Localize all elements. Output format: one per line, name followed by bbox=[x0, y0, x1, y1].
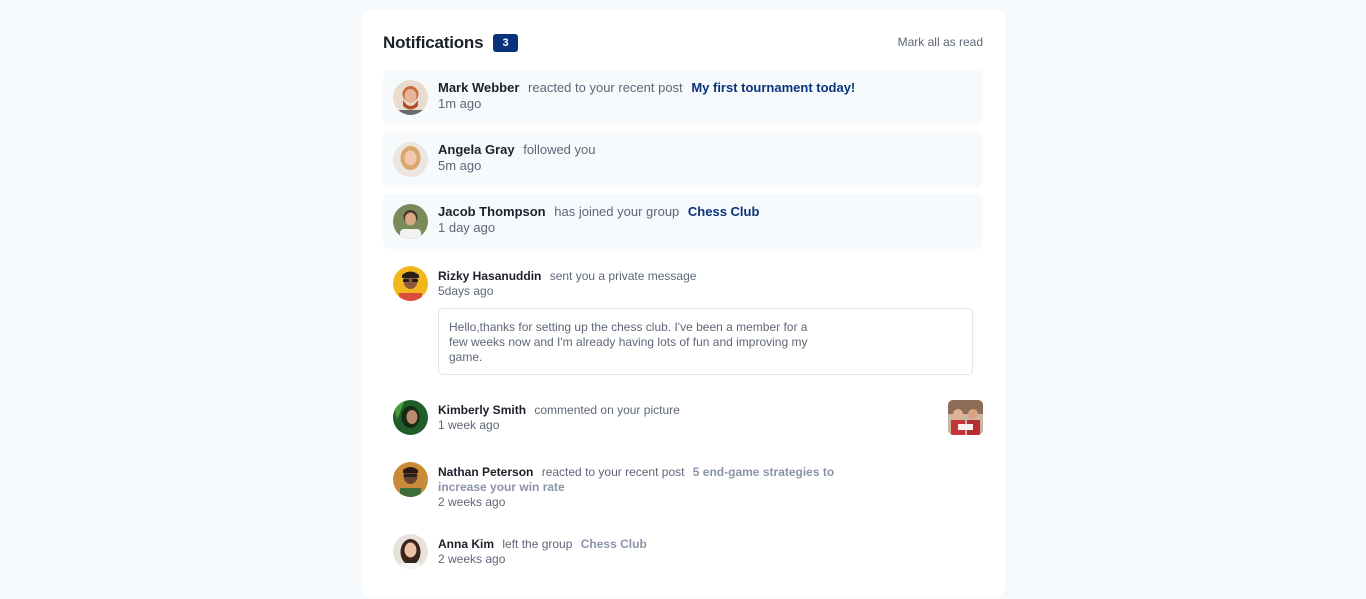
avatar[interactable] bbox=[393, 266, 428, 301]
user-name-link[interactable]: Anna Kim bbox=[438, 537, 494, 551]
notification-item[interactable]: Angela Gray followed you 5m ago bbox=[383, 132, 983, 187]
notification-action: reacted to your recent post bbox=[528, 80, 683, 95]
notification-text: Kimberly Smith commented on your picture bbox=[438, 402, 685, 418]
notification-text: Rizky Hasanuddin sent you a private mess… bbox=[438, 268, 701, 284]
page-title: Notifications bbox=[383, 33, 484, 52]
notification-action: sent you a private message bbox=[549, 269, 697, 283]
unread-count-badge: 3 bbox=[493, 34, 518, 52]
notification-action: has joined your group bbox=[554, 204, 680, 219]
notification-item[interactable]: Kimberly Smith commented on your picture… bbox=[383, 390, 983, 440]
notifications-card: Notifications 3 Mark all as read Mark We… bbox=[362, 10, 1005, 597]
timestamp: 1 day ago bbox=[438, 220, 496, 235]
avatar[interactable] bbox=[393, 400, 428, 435]
notification-text: Jacob Thompson has joined your group Che… bbox=[438, 204, 759, 220]
avatar[interactable] bbox=[393, 534, 428, 569]
user-name-link[interactable]: Mark Webber bbox=[438, 80, 519, 95]
timestamp: 2 weeks ago bbox=[438, 495, 506, 509]
timestamp: 5days ago bbox=[438, 284, 494, 298]
post-link-continued[interactable]: increase your win rate bbox=[438, 480, 565, 494]
notification-action: reacted to your recent post bbox=[541, 465, 685, 479]
timestamp: 5m ago bbox=[438, 158, 482, 173]
notification-text: Mark Webber reacted to your recent post … bbox=[438, 80, 855, 96]
user-name-link[interactable]: Kimberly Smith bbox=[438, 403, 526, 417]
user-name-link[interactable]: Nathan Peterson bbox=[438, 465, 533, 479]
user-name-link[interactable]: Rizky Hasanuddin bbox=[438, 269, 541, 283]
user-name-link[interactable]: Angela Gray bbox=[438, 142, 515, 157]
group-link[interactable]: Chess Club bbox=[581, 537, 647, 551]
notification-item[interactable]: Jacob Thompson has joined your group Che… bbox=[383, 194, 983, 249]
avatar[interactable] bbox=[393, 142, 428, 177]
notification-item[interactable]: Anna Kim left the group Chess Club 2 wee… bbox=[383, 524, 983, 574]
avatar[interactable] bbox=[393, 204, 428, 239]
notification-text-continued: increase your win rate bbox=[438, 479, 565, 495]
timestamp: 1 week ago bbox=[438, 418, 500, 432]
notification-action: left the group bbox=[502, 537, 573, 551]
group-link[interactable]: Chess Club bbox=[688, 204, 760, 219]
notification-action: commented on your picture bbox=[534, 403, 680, 417]
timestamp: 2 weeks ago bbox=[438, 552, 506, 566]
mark-all-read-button[interactable]: Mark all as read bbox=[898, 35, 983, 49]
notification-item[interactable]: Mark Webber reacted to your recent post … bbox=[383, 70, 983, 125]
notifications-header: Notifications 3 Mark all as read bbox=[383, 32, 983, 56]
private-message[interactable]: Hello,thanks for setting up the chess cl… bbox=[438, 308, 973, 375]
user-name-link[interactable]: Jacob Thompson bbox=[438, 204, 546, 219]
commented-picture-thumbnail[interactable] bbox=[948, 400, 983, 435]
notification-text: Angela Gray followed you bbox=[438, 142, 601, 158]
avatar[interactable] bbox=[393, 80, 428, 115]
timestamp: 1m ago bbox=[438, 96, 482, 111]
notification-text: Nathan Peterson reacted to your recent p… bbox=[438, 464, 834, 480]
avatar[interactable] bbox=[393, 462, 428, 497]
private-message-text: Hello,thanks for setting up the chess cl… bbox=[449, 320, 808, 364]
post-link[interactable]: 5 end-game strategies to bbox=[693, 465, 834, 479]
notification-item[interactable]: Nathan Peterson reacted to your recent p… bbox=[383, 452, 983, 512]
notification-text: Anna Kim left the group Chess Club bbox=[438, 536, 647, 552]
post-link[interactable]: My first tournament today! bbox=[691, 80, 855, 95]
notification-action: followed you bbox=[523, 142, 596, 157]
notification-item[interactable]: Rizky Hasanuddin sent you a private mess… bbox=[383, 256, 983, 386]
